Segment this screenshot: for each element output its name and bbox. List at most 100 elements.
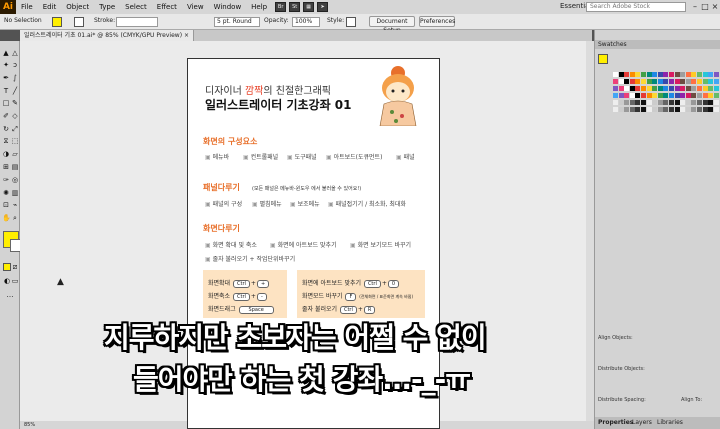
swatch[interactable] bbox=[624, 107, 630, 112]
more-tools-icon[interactable]: … bbox=[6, 291, 14, 299]
symbol-sprayer-tool-icon[interactable]: ✺ bbox=[2, 189, 10, 197]
swatch[interactable] bbox=[657, 107, 663, 112]
swatch[interactable] bbox=[652, 79, 658, 84]
free-transform-tool-icon[interactable]: ⬚ bbox=[11, 137, 19, 145]
swatch[interactable] bbox=[708, 86, 714, 91]
paintbrush-tool-icon[interactable]: ✎ bbox=[11, 99, 19, 107]
artboard-tool-icon[interactable]: ⊡ bbox=[2, 201, 10, 209]
swatch[interactable] bbox=[702, 100, 708, 105]
line-tool-icon[interactable]: ╱ bbox=[11, 87, 19, 95]
swatch[interactable] bbox=[680, 107, 686, 112]
swatch[interactable] bbox=[669, 93, 674, 98]
vertical-scrollbar[interactable] bbox=[586, 41, 594, 422]
swatch[interactable] bbox=[669, 100, 674, 105]
swatch[interactable] bbox=[624, 93, 630, 98]
swatch[interactable] bbox=[618, 107, 624, 112]
swatch[interactable] bbox=[674, 100, 680, 105]
swatch[interactable] bbox=[691, 107, 697, 112]
swatch[interactable] bbox=[702, 79, 708, 84]
swatch[interactable] bbox=[708, 100, 714, 105]
zoom-level[interactable]: 85% bbox=[24, 422, 35, 428]
swatch[interactable] bbox=[685, 100, 691, 105]
swatches-panel-header[interactable]: Swatches bbox=[595, 40, 720, 49]
magic-wand-tool-icon[interactable]: ✦ bbox=[2, 61, 10, 69]
minimize-icon[interactable]: – bbox=[690, 1, 700, 12]
swatch[interactable] bbox=[669, 107, 674, 112]
swatch[interactable] bbox=[713, 100, 719, 105]
swatch[interactable] bbox=[618, 86, 624, 91]
swatch[interactable] bbox=[618, 93, 624, 98]
swatch[interactable] bbox=[680, 93, 686, 98]
swatch[interactable] bbox=[702, 107, 708, 112]
swatch[interactable] bbox=[674, 79, 680, 84]
swatch[interactable] bbox=[685, 107, 691, 112]
swatch[interactable] bbox=[646, 100, 652, 105]
graphic-style-swatch[interactable] bbox=[346, 17, 356, 27]
type-tool-icon[interactable]: T bbox=[2, 87, 10, 95]
swatch[interactable] bbox=[657, 79, 663, 84]
swatch[interactable] bbox=[641, 93, 646, 98]
eyedropper-tool-icon[interactable]: ✑ bbox=[2, 176, 10, 184]
swatch[interactable] bbox=[618, 72, 624, 77]
menu-help[interactable]: Help bbox=[246, 3, 272, 11]
lasso-tool-icon[interactable]: ↄ bbox=[11, 61, 19, 69]
stroke-color-swatch[interactable] bbox=[74, 17, 84, 27]
swatch[interactable] bbox=[652, 72, 658, 77]
shaper-tool-icon[interactable]: ✐ bbox=[2, 112, 10, 120]
swatch[interactable] bbox=[613, 100, 618, 105]
opacity-field[interactable]: 100% bbox=[292, 17, 320, 27]
document-setup-button[interactable]: Document Setup bbox=[369, 16, 415, 34]
swatch[interactable] bbox=[702, 93, 708, 98]
swatch[interactable] bbox=[713, 86, 719, 91]
draw-mode-icon[interactable]: ◐ bbox=[3, 277, 11, 285]
menu-object[interactable]: Object bbox=[61, 3, 94, 11]
swatch[interactable] bbox=[624, 72, 630, 77]
preferences-button[interactable]: Preferences bbox=[419, 16, 455, 27]
swatch[interactable] bbox=[674, 107, 680, 112]
document-tab[interactable]: 일러스트레이터 기초 01.ai* @ 85% (CMYK/GPU Previe… bbox=[20, 30, 194, 41]
menu-select[interactable]: Select bbox=[120, 3, 152, 11]
swatch[interactable] bbox=[691, 100, 697, 105]
stroke-weight-field[interactable] bbox=[116, 17, 158, 27]
close-icon[interactable]: × bbox=[710, 1, 720, 12]
swatch[interactable] bbox=[663, 93, 669, 98]
swatch[interactable] bbox=[646, 86, 652, 91]
menu-file[interactable]: File bbox=[16, 3, 38, 11]
swatch[interactable] bbox=[618, 79, 624, 84]
shape-builder-tool-icon[interactable]: ◑ bbox=[2, 150, 10, 158]
stock-icon[interactable]: St bbox=[289, 2, 301, 12]
swatch[interactable] bbox=[697, 86, 702, 91]
tab-properties[interactable]: Properties bbox=[598, 419, 633, 426]
swatch[interactable] bbox=[697, 100, 702, 105]
swatch[interactable] bbox=[697, 72, 702, 77]
perspective-grid-tool-icon[interactable]: ▱ bbox=[11, 150, 19, 158]
swatch[interactable] bbox=[680, 72, 686, 77]
swatch[interactable] bbox=[635, 100, 641, 105]
swatch[interactable] bbox=[635, 72, 641, 77]
swatch[interactable] bbox=[674, 72, 680, 77]
swatch[interactable] bbox=[691, 79, 697, 84]
selection-tool-icon[interactable]: ▲ bbox=[2, 49, 10, 57]
swatch[interactable] bbox=[674, 86, 680, 91]
menu-window[interactable]: Window bbox=[209, 3, 247, 11]
swatch[interactable] bbox=[691, 72, 697, 77]
swatch[interactable] bbox=[613, 79, 618, 84]
swatch[interactable] bbox=[713, 93, 719, 98]
slice-tool-icon[interactable]: ⌁ bbox=[11, 201, 19, 209]
swatch[interactable] bbox=[669, 86, 674, 91]
swatch[interactable] bbox=[629, 72, 635, 77]
swatch[interactable] bbox=[708, 107, 714, 112]
swatch[interactable] bbox=[663, 79, 669, 84]
swatch[interactable] bbox=[646, 93, 652, 98]
grid-icon[interactable]: ▦ bbox=[303, 2, 315, 12]
swatch[interactable] bbox=[663, 86, 669, 91]
swatch[interactable] bbox=[685, 93, 691, 98]
swatch[interactable] bbox=[652, 100, 658, 105]
tab-layers[interactable]: Layers bbox=[632, 419, 652, 426]
swatch[interactable] bbox=[652, 107, 658, 112]
rotate-tool-icon[interactable]: ↻ bbox=[2, 125, 10, 133]
swatch[interactable] bbox=[635, 79, 641, 84]
swatch[interactable] bbox=[713, 107, 719, 112]
mesh-tool-icon[interactable]: ⊞ bbox=[2, 163, 10, 171]
swatch[interactable] bbox=[624, 86, 630, 91]
